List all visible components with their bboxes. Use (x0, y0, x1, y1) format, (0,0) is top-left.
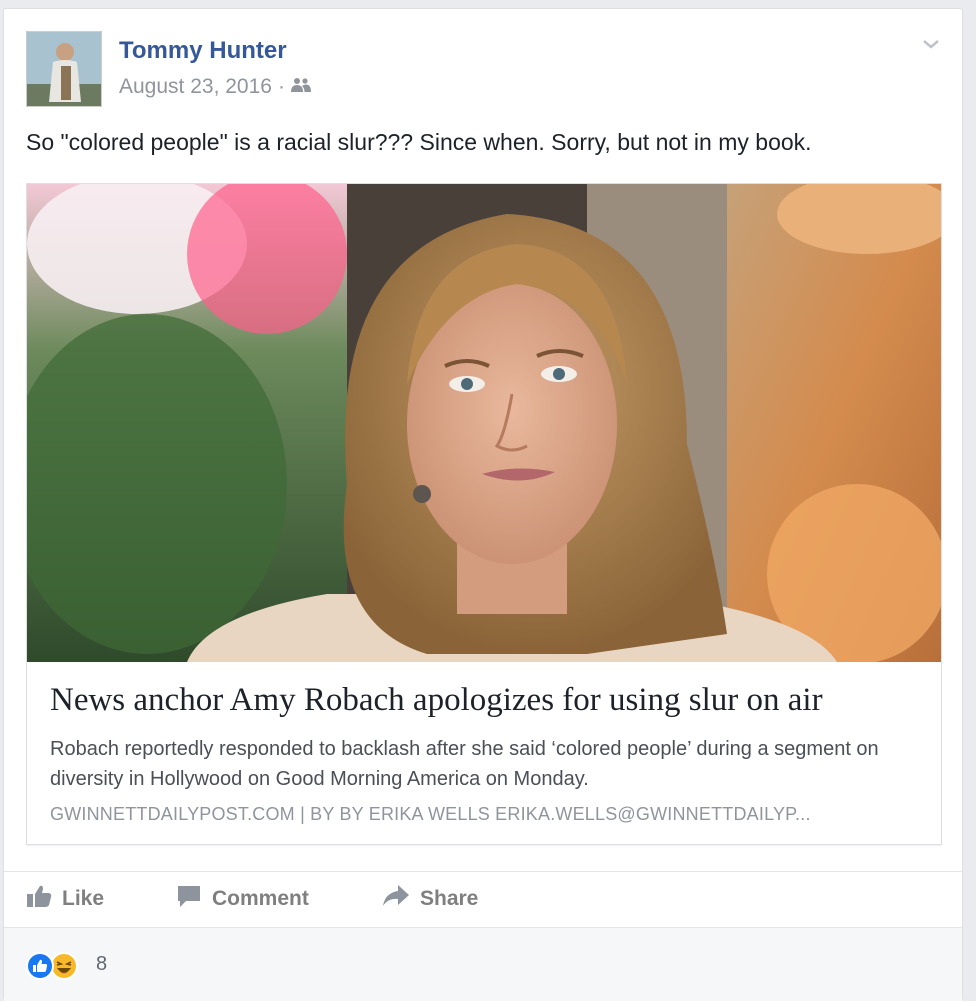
avatar-photo (27, 32, 101, 106)
chevron-down-icon[interactable] (920, 33, 942, 55)
link-preview[interactable]: News anchor Amy Robach apologizes for us… (26, 183, 942, 845)
share-arrow-icon (382, 884, 410, 914)
link-preview-image[interactable] (27, 184, 941, 662)
reaction-count[interactable]: 8 (96, 953, 107, 976)
thumbs-up-icon (26, 884, 52, 914)
post-text: So "colored people" is a racial slur??? … (26, 129, 812, 155)
link-source: GWINNETTDAILYPOST.COM | BY BY ERIKA WELL… (50, 804, 811, 824)
friends-icon[interactable] (290, 75, 311, 99)
avatar[interactable] (26, 31, 102, 107)
post-meta: August 23, 2016 · (119, 75, 311, 99)
like-button[interactable]: Like (26, 884, 104, 914)
like-label: Like (62, 887, 105, 910)
author-name[interactable]: Tommy Hunter (119, 37, 287, 65)
share-label: Share (420, 887, 479, 910)
like-reaction-icon (26, 952, 54, 985)
link-description: Robach reportedly responded to backlash … (50, 738, 879, 790)
post-date[interactable]: August 23, 2016 (119, 75, 272, 99)
post-card: Tommy Hunter August 23, 2016 · So "color… (3, 8, 963, 1001)
haha-reaction-icon (50, 952, 78, 985)
comment-label: Comment (212, 887, 309, 910)
reaction-icons[interactable] (26, 952, 78, 985)
meta-separator: · (277, 75, 285, 98)
comment-icon (176, 884, 202, 914)
reactions-bar: 8 (4, 927, 962, 1001)
link-title[interactable]: News anchor Amy Robach apologizes for us… (50, 682, 823, 719)
share-button[interactable]: Share (382, 884, 478, 914)
action-bar: Like Comment Share (4, 871, 962, 927)
comment-button[interactable]: Comment (176, 884, 309, 914)
